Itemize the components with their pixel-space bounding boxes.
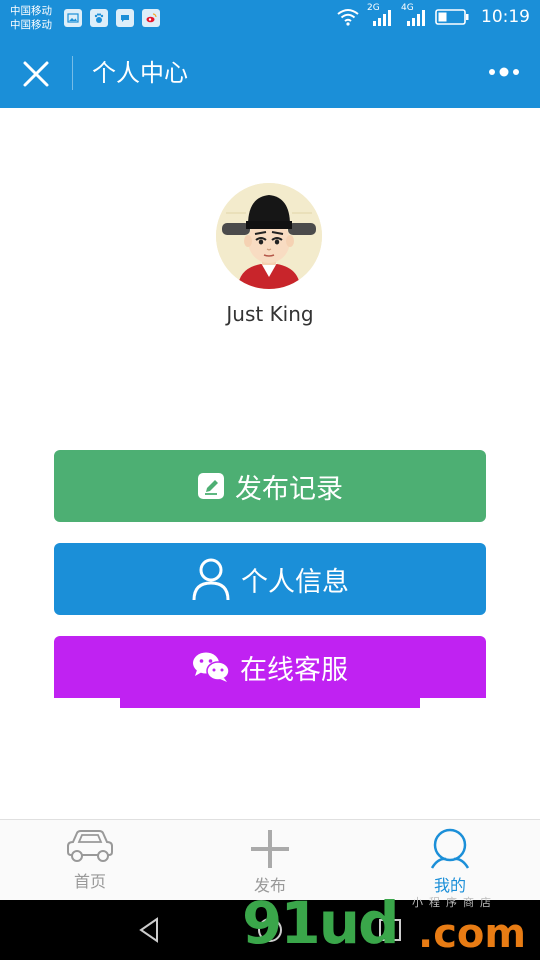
publish-records-button[interactable]: 发布记录 — [54, 450, 486, 522]
more-options-icon[interactable] — [488, 62, 520, 82]
signal-4g-icon: 4G — [401, 3, 427, 28]
tab-bar: 首页 发布 我的 — [0, 819, 540, 900]
carrier-2: 中国移动 — [10, 19, 52, 31]
navigation-bar: 个人中心 — [0, 38, 540, 108]
carrier-1: 中国移动 — [10, 5, 52, 17]
tab-home-label: 首页 — [73, 872, 106, 891]
wifi-icon — [337, 9, 359, 26]
weibo-notification-icon — [142, 9, 160, 27]
page-title: 个人中心 — [92, 59, 188, 87]
status-bar: 中国移动 中国移动 2G 4G 10:19 — [0, 0, 540, 38]
screen: 中国移动 中国移动 2G 4G 10:19 个人中心 Just King 发布记… — [0, 0, 540, 960]
carrier-info: 中国移动 中国移动 — [10, 4, 52, 32]
clock: 10:19 — [481, 7, 530, 27]
personal-info-button[interactable]: 个人信息 — [54, 543, 486, 615]
wechat-icon — [193, 652, 230, 682]
signal-2g-icon: 2G — [367, 3, 393, 28]
avatar — [216, 183, 322, 289]
baidu-notification-icon — [90, 9, 108, 27]
car-icon — [67, 830, 113, 862]
watermark: 91ud .com 小程序商店 — [242, 890, 540, 960]
status-right: 2G 4G 10:19 — [337, 3, 530, 28]
tab-home[interactable]: 首页 — [0, 820, 180, 901]
publish-records-label: 发布记录 — [235, 473, 343, 505]
online-service-label: 在线客服 — [240, 654, 348, 686]
battery-icon — [435, 9, 469, 25]
plus-icon — [251, 830, 289, 868]
close-icon[interactable] — [20, 58, 52, 90]
edit-icon — [198, 473, 224, 499]
username: Just King — [226, 302, 314, 326]
notification-icons — [64, 9, 160, 27]
online-service-button-tab[interactable] — [120, 697, 420, 708]
nav-divider — [72, 56, 73, 90]
avatar-cartoon-image — [216, 183, 322, 289]
watermark-small-text: 小程序商店 — [412, 896, 497, 909]
back-icon[interactable] — [135, 915, 165, 945]
watermark-suffix: .com — [418, 911, 527, 957]
online-service-button[interactable]: 在线客服 — [54, 636, 486, 698]
person-icon — [430, 828, 470, 869]
gallery-notification-icon — [64, 9, 82, 27]
watermark-main: 91ud — [242, 889, 400, 957]
personal-info-label: 个人信息 — [241, 566, 349, 598]
user-icon — [192, 558, 230, 601]
message-notification-icon — [116, 9, 134, 27]
